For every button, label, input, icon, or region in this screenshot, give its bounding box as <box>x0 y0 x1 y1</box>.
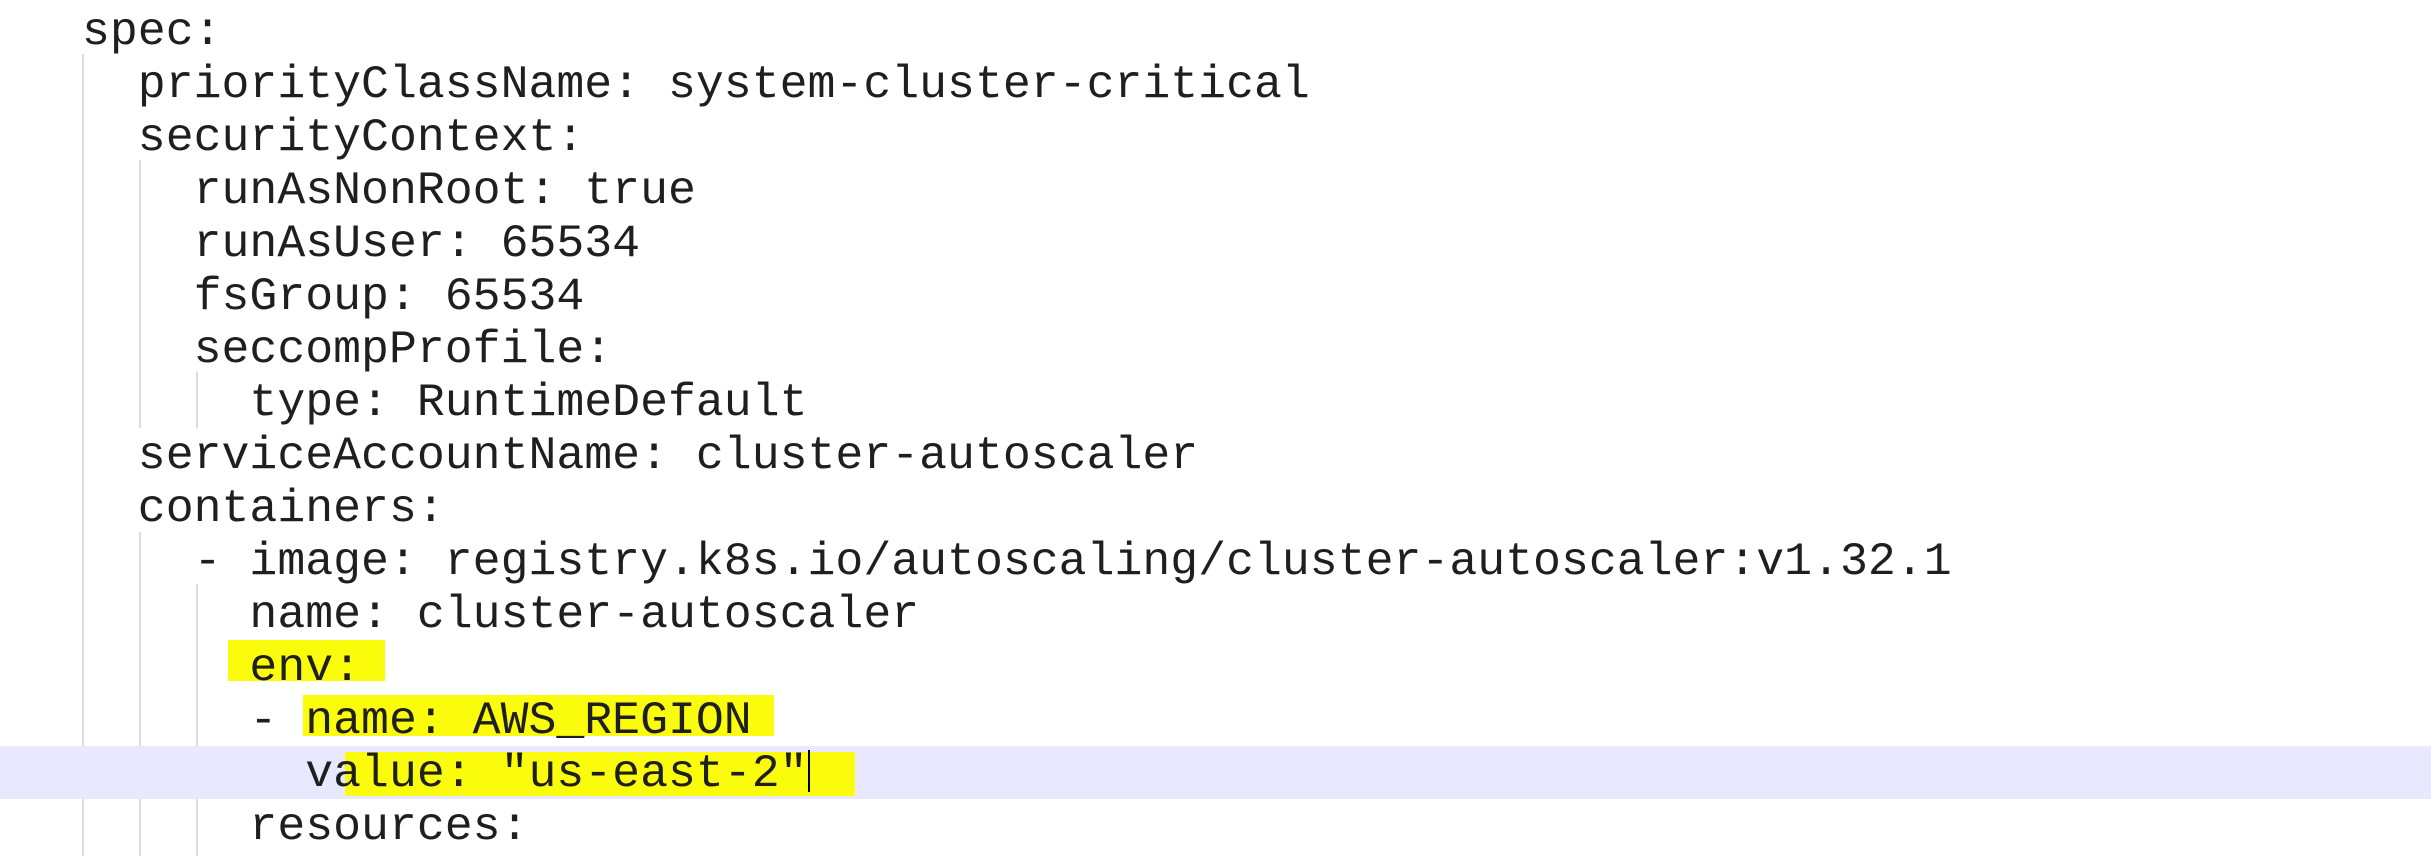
code-line-text: - name: AWS_REGION <box>82 694 752 747</box>
code-line[interactable]: spec: <box>0 4 2431 57</box>
current-line[interactable]: value: "us-east-2" <box>0 746 2431 799</box>
code-line-text: resources: <box>82 800 529 853</box>
code-line-text: - image: registry.k8s.io/autoscaling/clu… <box>82 535 1952 588</box>
code-line-text: priorityClassName: system-cluster-critic… <box>82 58 1310 111</box>
code-line-text: value: "us-east-2" <box>82 747 808 800</box>
code-line[interactable]: - image: registry.k8s.io/autoscaling/clu… <box>0 534 2431 587</box>
code-line-text: env: <box>82 641 362 694</box>
code-line[interactable]: priorityClassName: system-cluster-critic… <box>0 57 2431 110</box>
code-line[interactable]: securityContext: <box>0 110 2431 163</box>
code-line[interactable]: type: RuntimeDefault <box>0 375 2431 428</box>
code-line-text: runAsNonRoot: true <box>82 164 696 217</box>
code-line-text: fsGroup: 65534 <box>82 270 585 323</box>
code-line-text: name: cluster-autoscaler <box>82 588 920 641</box>
code-line[interactable]: serviceAccountName: cluster-autoscaler <box>0 428 2431 481</box>
text-caret <box>808 750 810 792</box>
code-line[interactable]: fsGroup: 65534 <box>0 269 2431 322</box>
code-line-text: seccompProfile: <box>82 323 613 376</box>
code-line[interactable]: seccompProfile: <box>0 322 2431 375</box>
code-line[interactable]: resources: <box>0 799 2431 852</box>
code-line[interactable]: runAsNonRoot: true <box>0 163 2431 216</box>
code-line-text: securityContext: <box>82 111 585 164</box>
code-line[interactable]: containers: <box>0 481 2431 534</box>
code-line[interactable]: runAsUser: 65534 <box>0 216 2431 269</box>
code-line-text: spec: <box>82 5 222 58</box>
code-line[interactable]: - name: AWS_REGION <box>0 693 2431 746</box>
code-line-text: runAsUser: 65534 <box>82 217 641 270</box>
code-editor[interactable]: spec: priorityClassName: system-cluster-… <box>0 0 2431 856</box>
code-line[interactable]: env: <box>0 640 2431 693</box>
code-line-text: type: RuntimeDefault <box>82 376 808 429</box>
code-line[interactable]: name: cluster-autoscaler <box>0 587 2431 640</box>
code-line-text: containers: <box>82 482 445 535</box>
code-line-text: serviceAccountName: cluster-autoscaler <box>82 429 1199 482</box>
